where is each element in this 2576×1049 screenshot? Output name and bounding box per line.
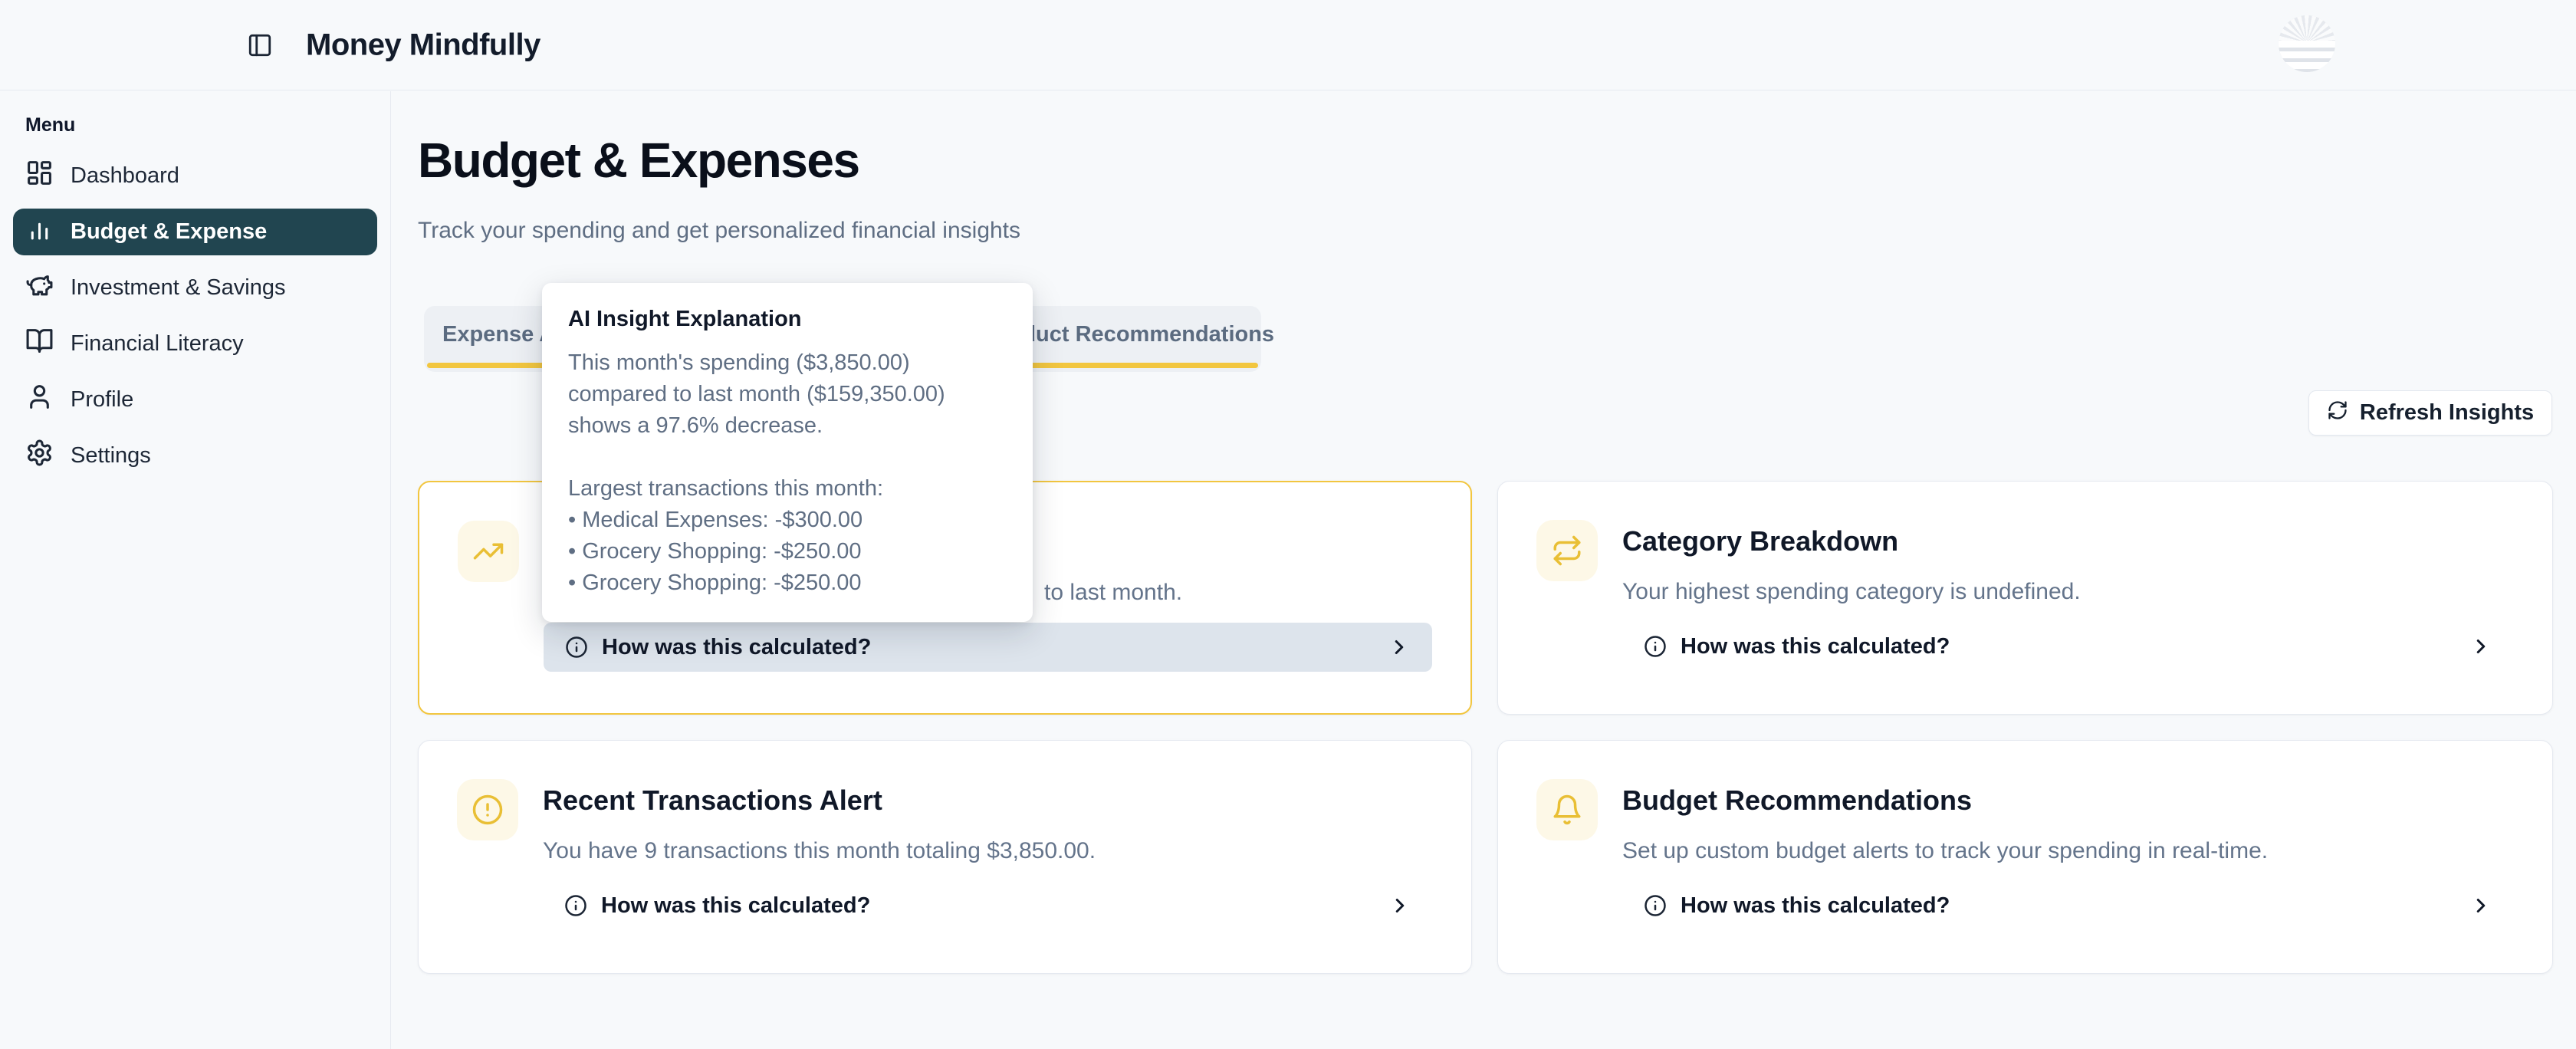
avatar-image-dome (2279, 15, 2335, 41)
open-book-icon (25, 327, 54, 361)
card-description-fragment: to last month. (1044, 580, 1182, 606)
info-icon (1644, 894, 1667, 917)
sidebar: Menu Dashboard Budget & Expense Investme… (0, 91, 391, 1049)
how-calculated-row[interactable]: How was this calculated? (543, 881, 1433, 930)
card-description: You have 9 transactions this month total… (543, 838, 1096, 864)
sidebar-nav: Dashboard Budget & Expense Investment & … (0, 148, 390, 484)
how-calculated-row[interactable]: How was this calculated? (544, 623, 1432, 672)
sidebar-item-investment-savings[interactable]: Investment & Savings (0, 260, 390, 316)
app-title: Money Mindfully (306, 28, 540, 63)
piggy-bank-icon (25, 271, 54, 305)
refresh-icon (2327, 400, 2348, 427)
card-category-breakdown: Category Breakdown Your highest spending… (1497, 481, 2553, 715)
how-calculated-label: How was this calculated? (1681, 893, 1950, 919)
sidebar-item-dashboard[interactable]: Dashboard (0, 148, 390, 204)
sidebar-item-label: Settings (71, 443, 151, 469)
alert-circle-icon (457, 779, 518, 840)
popover-title: AI Insight Explanation (568, 307, 1007, 332)
how-calculated-row[interactable]: How was this calculated? (1622, 881, 2514, 930)
card-recent-transactions: Recent Transactions Alert You have 9 tra… (418, 740, 1472, 974)
chevron-right-icon (1388, 636, 1411, 659)
how-calculated-label: How was this calculated? (1681, 634, 1950, 659)
sidebar-item-budget-expense[interactable]: Budget & Expense (13, 209, 377, 255)
card-description: Your highest spending category is undefi… (1622, 579, 2081, 605)
repeat-icon (1536, 520, 1598, 581)
sidebar-item-label: Profile (71, 387, 133, 413)
avatar-image-bands (2279, 41, 2335, 72)
page-title: Budget & Expenses (418, 132, 859, 189)
card-description: Set up custom budget alerts to track you… (1622, 838, 2268, 864)
bar-chart-icon (25, 215, 54, 249)
sidebar-item-label: Budget & Expense (71, 219, 267, 245)
popover-list-heading: Largest transactions this month: (568, 473, 1007, 505)
popover-paragraph: This month's spending ($3,850.00) compar… (568, 347, 1007, 442)
info-icon (564, 894, 587, 917)
chevron-right-icon (2469, 894, 2492, 917)
sidebar-toggle-icon[interactable] (247, 32, 273, 58)
dashboard-icon (25, 159, 54, 193)
chevron-right-icon (2469, 635, 2492, 658)
card-budget-recommendations: Budget Recommendations Set up custom bud… (1497, 740, 2553, 974)
how-calculated-row[interactable]: How was this calculated? (1622, 622, 2514, 671)
popover-list-item: • Medical Expenses: -$300.00 (568, 505, 1007, 536)
page-subtitle: Track your spending and get personalized… (418, 218, 1020, 244)
ai-insight-popover: AI Insight Explanation This month's spen… (542, 283, 1033, 622)
sidebar-item-label: Investment & Savings (71, 275, 285, 301)
info-icon (1644, 635, 1667, 658)
popover-spacer (568, 442, 1007, 473)
card-title: Category Breakdown (1622, 525, 1898, 557)
top-header: Money Mindfully (0, 0, 2576, 90)
sidebar-section-label: Menu (25, 114, 75, 136)
info-icon (565, 636, 588, 659)
card-title: Recent Transactions Alert (543, 784, 882, 817)
card-title: Budget Recommendations (1622, 784, 1972, 817)
sidebar-item-label: Financial Literacy (71, 331, 244, 357)
app-screen: Money Mindfully Menu Dashboard Budget & … (0, 0, 2576, 1049)
user-avatar[interactable] (2279, 15, 2335, 72)
trending-up-icon (458, 521, 519, 582)
sidebar-item-label: Dashboard (71, 163, 179, 189)
popover-list-item: • Grocery Shopping: -$250.00 (568, 536, 1007, 567)
sidebar-item-profile[interactable]: Profile (0, 372, 390, 428)
bell-icon (1536, 779, 1598, 840)
sidebar-item-settings[interactable]: Settings (0, 428, 390, 484)
how-calculated-label: How was this calculated? (601, 893, 870, 919)
sidebar-item-financial-literacy[interactable]: Financial Literacy (0, 316, 390, 372)
popover-list-item: • Grocery Shopping: -$250.00 (568, 567, 1007, 599)
refresh-insights-button[interactable]: Refresh Insights (2308, 390, 2552, 436)
chevron-right-icon (1388, 894, 1411, 917)
how-calculated-label: How was this calculated? (602, 635, 871, 660)
refresh-insights-label: Refresh Insights (2360, 400, 2534, 426)
user-icon (25, 383, 54, 417)
gear-icon (25, 439, 54, 473)
